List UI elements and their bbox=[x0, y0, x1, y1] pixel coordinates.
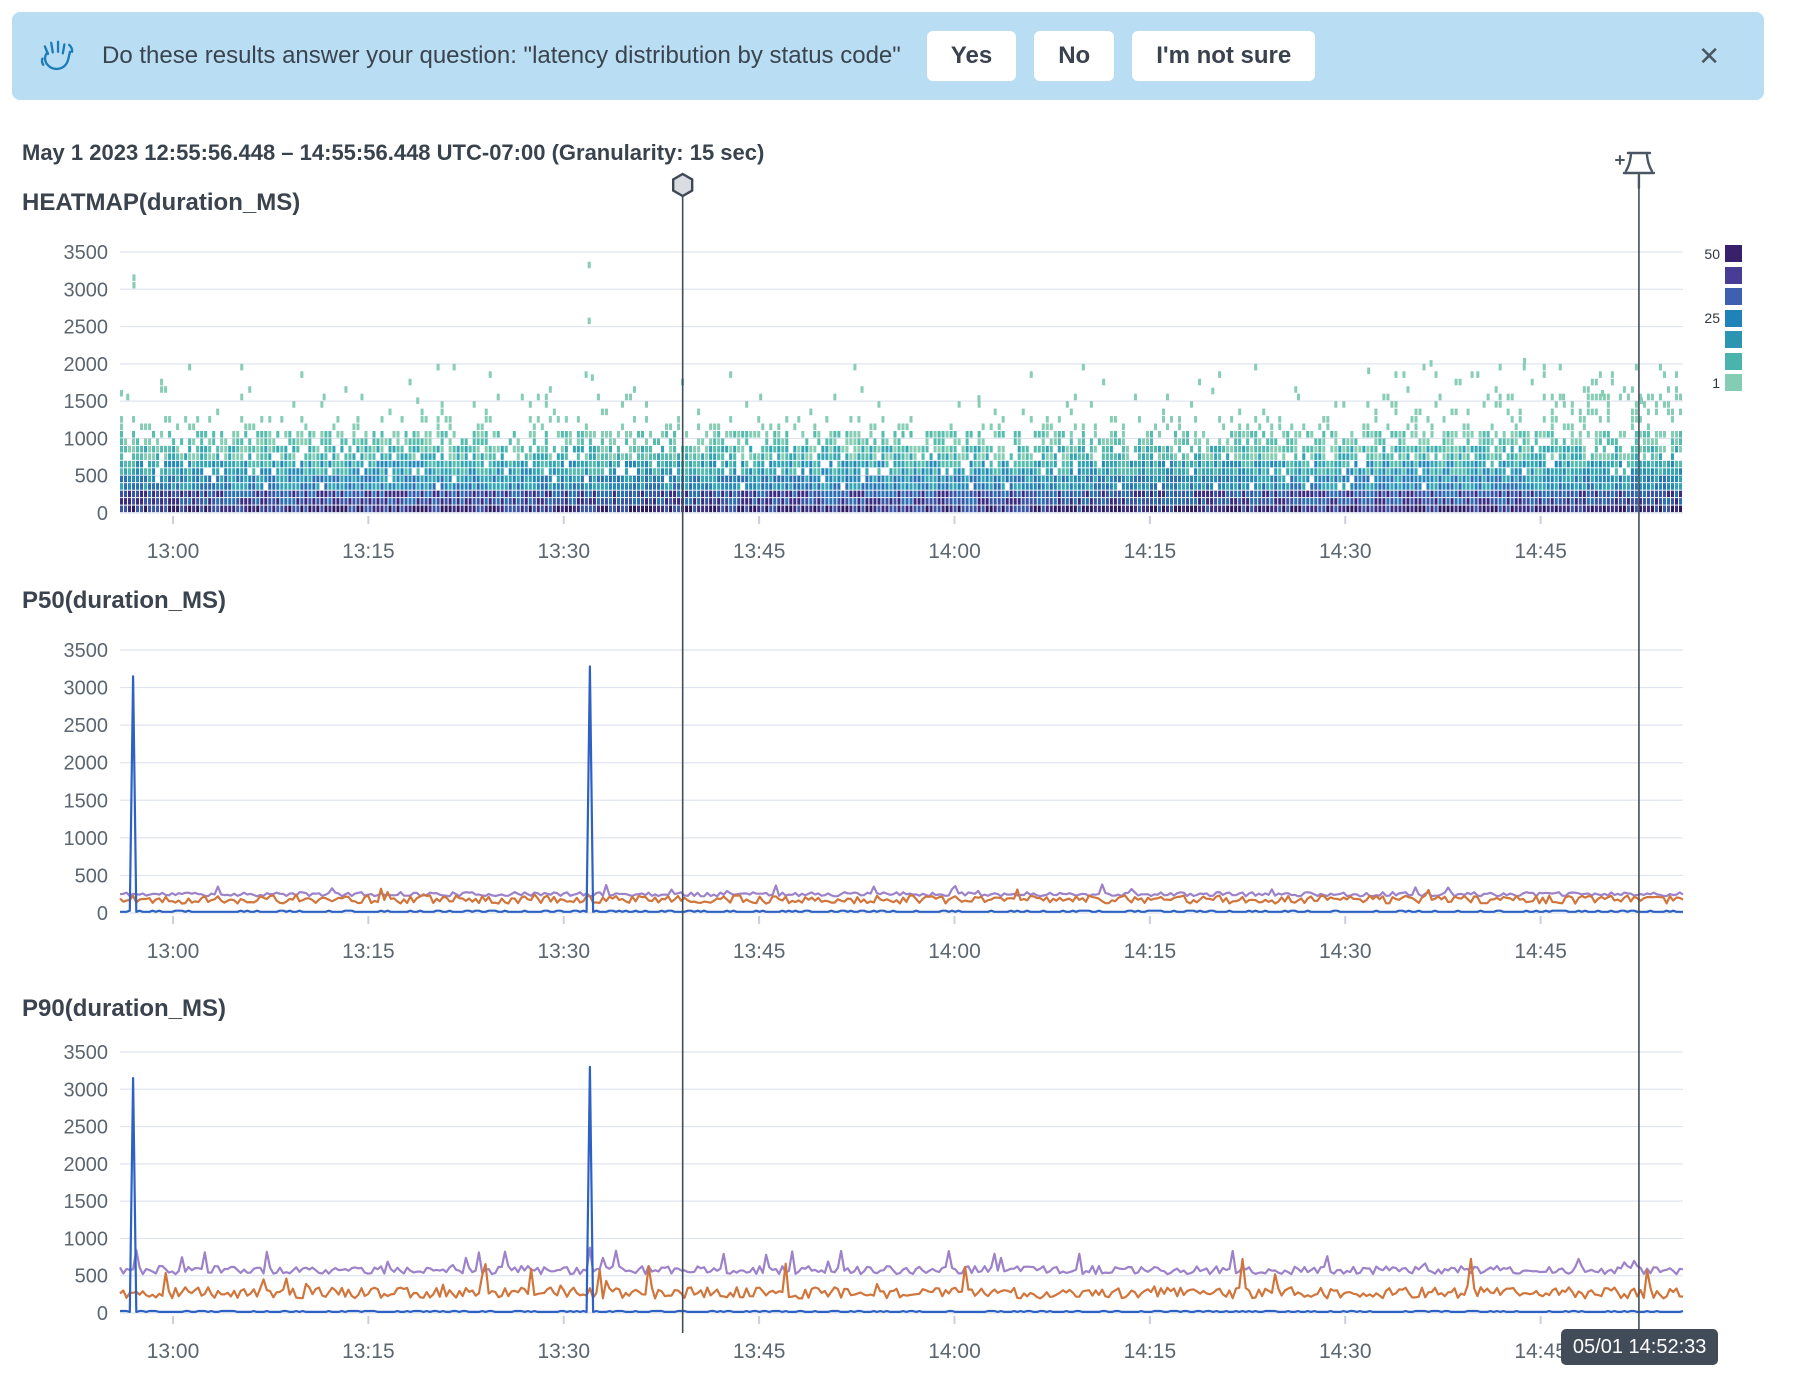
p90-series-line-purple bbox=[120, 1248, 1683, 1275]
p50-y-axis-label: 500 bbox=[75, 865, 108, 887]
legend-row bbox=[1692, 267, 1742, 285]
p50-y-axis-label: 3000 bbox=[64, 678, 109, 700]
p50-x-axis-label: 14:30 bbox=[1319, 940, 1372, 963]
heatmap-y-axis-label: 500 bbox=[75, 466, 108, 488]
p50-x-axis-label: 13:00 bbox=[147, 940, 200, 963]
p50-series-line-orange bbox=[120, 889, 1683, 904]
heatmap-x-axis-label: 13:30 bbox=[537, 540, 590, 563]
heatmap-y-axis-label: 3000 bbox=[64, 279, 109, 301]
legend-color-swatch bbox=[1725, 331, 1742, 348]
p50-x-axis-label: 14:00 bbox=[928, 940, 981, 963]
p90-y-axis-label: 2500 bbox=[64, 1117, 109, 1139]
p50-x-axis-label: 13:30 bbox=[537, 940, 590, 963]
heatmap-y-axis-label: 1500 bbox=[64, 391, 109, 413]
pinned-time-tooltip: 05/01 14:52:33 bbox=[1561, 1329, 1718, 1365]
legend-value-label: 50 bbox=[1692, 246, 1720, 262]
heatmap-x-axis-label: 14:45 bbox=[1514, 540, 1567, 563]
p50-y-axis-label: 0 bbox=[97, 903, 108, 925]
p90-x-axis-label: 13:30 bbox=[537, 1340, 590, 1363]
heatmap-x-axis-label: 14:30 bbox=[1319, 540, 1372, 563]
p50-y-axis-label: 2000 bbox=[64, 753, 109, 775]
p90-x-axis-label: 13:00 bbox=[147, 1340, 200, 1363]
p50-y-axis-label: 2500 bbox=[64, 715, 109, 737]
heatmap-axes: 0 500 1000 1500 2000 2500 3000 3500 13:00 13:15 13… bbox=[64, 242, 1684, 563]
p90-series-line-orange bbox=[120, 1259, 1683, 1299]
heatmap-y-axis-label: 0 bbox=[97, 503, 108, 525]
legend-color-swatch bbox=[1725, 310, 1742, 327]
p50-y-axis-label: 1500 bbox=[64, 790, 109, 812]
legend-color-swatch bbox=[1725, 245, 1742, 262]
p50-y-axis-label: 1000 bbox=[64, 828, 109, 850]
heatmap-y-axis-label: 2000 bbox=[64, 354, 109, 376]
p50-y-axis-label: 3500 bbox=[64, 640, 109, 662]
p90-x-axis-label: 14:30 bbox=[1319, 1340, 1372, 1363]
app-window: Do these results answer your question: "… bbox=[0, 0, 1808, 1392]
heatmap-legend: 50 25 1 bbox=[1692, 245, 1742, 392]
legend-color-swatch bbox=[1725, 288, 1742, 305]
legend-row bbox=[1692, 288, 1742, 306]
p50-x-axis-label: 14:45 bbox=[1514, 940, 1567, 963]
p90-x-axis-label: 13:15 bbox=[342, 1340, 395, 1363]
p50-axes: 0 500 1000 1500 2000 2500 3000 3500 13:00 13:15 13… bbox=[64, 640, 1684, 963]
p90-axes: 0 500 1000 1500 2000 2500 3000 3500 13:00 13:15 13… bbox=[64, 1042, 1684, 1363]
heatmap-x-axis-label: 14:00 bbox=[928, 540, 981, 563]
heatmap-x-axis-label: 13:00 bbox=[147, 540, 200, 563]
p90-x-axis-label: 14:15 bbox=[1124, 1340, 1177, 1363]
p90-x-axis-label: 14:00 bbox=[928, 1340, 981, 1363]
legend-value-label: 1 bbox=[1692, 375, 1720, 391]
charts-canvas[interactable]: 050010001500200025003000350013:0013:1513… bbox=[0, 0, 1808, 1392]
legend-row: 25 bbox=[1692, 310, 1742, 328]
legend-color-swatch bbox=[1725, 374, 1742, 391]
p90-x-axis-label: 13:45 bbox=[733, 1340, 786, 1363]
p50-x-axis-label: 14:15 bbox=[1124, 940, 1177, 963]
p90-x-axis-label: 14:45 bbox=[1514, 1340, 1567, 1363]
heatmap-x-axis-label: 14:15 bbox=[1124, 540, 1177, 563]
p90-y-axis-label: 3000 bbox=[64, 1079, 109, 1101]
p90-y-axis-label: 500 bbox=[75, 1266, 108, 1288]
heatmap-x-axis-label: 13:45 bbox=[733, 540, 786, 563]
legend-row bbox=[1692, 353, 1742, 371]
heatmap-cells bbox=[120, 262, 1682, 512]
p50-x-axis-label: 13:45 bbox=[733, 940, 786, 963]
heatmap-x-axis-label: 13:15 bbox=[342, 540, 395, 563]
heatmap-y-axis-label: 1000 bbox=[64, 428, 109, 450]
legend-row: 50 bbox=[1692, 245, 1742, 263]
heatmap-y-axis-label: 3500 bbox=[64, 242, 109, 264]
legend-row bbox=[1692, 331, 1742, 349]
legend-row: 1 bbox=[1692, 374, 1742, 392]
heatmap-y-axis-label: 2500 bbox=[64, 317, 109, 339]
p50-series-line-purple bbox=[120, 885, 1683, 897]
legend-color-swatch bbox=[1725, 267, 1742, 284]
p90-y-axis-label: 2000 bbox=[64, 1154, 109, 1176]
p90-y-axis-label: 1000 bbox=[64, 1228, 109, 1250]
legend-value-label: 25 bbox=[1692, 310, 1720, 326]
p50-x-axis-label: 13:15 bbox=[342, 940, 395, 963]
legend-color-swatch bbox=[1725, 353, 1742, 370]
p90-y-axis-label: 0 bbox=[97, 1303, 108, 1325]
p90-y-axis-label: 1500 bbox=[64, 1191, 109, 1213]
p90-y-axis-label: 3500 bbox=[64, 1042, 109, 1064]
